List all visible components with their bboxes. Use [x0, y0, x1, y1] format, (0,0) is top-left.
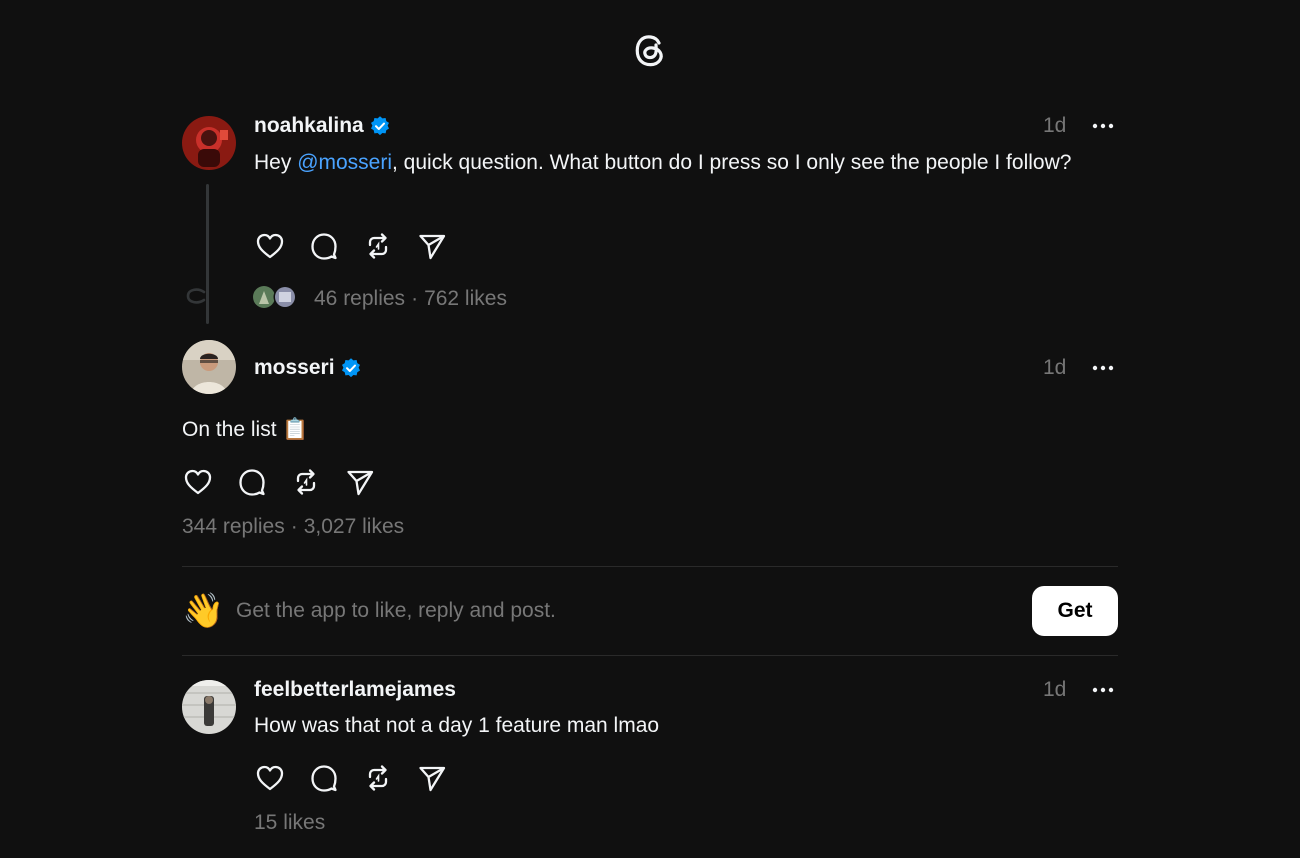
verified-badge-icon — [370, 116, 389, 136]
heart-icon — [184, 469, 212, 495]
threads-logo-icon[interactable] — [632, 31, 668, 69]
post-username[interactable]: feelbetterlamejames — [254, 677, 456, 703]
repost-icon — [296, 469, 316, 495]
post-text: Hey @mosseri, quick question. What butto… — [254, 147, 1104, 179]
comment-icon — [239, 469, 265, 496]
post-text-end: , quick question. What button do I press… — [392, 151, 1072, 174]
replies-count[interactable]: 46 replies — [314, 287, 405, 310]
post-text-start: Hey — [254, 151, 298, 174]
waving-hand-icon: 👋 — [182, 592, 225, 630]
post-stats: 344 replies · 3,027 likes — [182, 514, 404, 540]
send-icon — [347, 470, 374, 496]
post-actions — [182, 466, 398, 498]
username-text[interactable]: noahkalina — [254, 113, 364, 139]
stats-separator: · — [411, 287, 419, 310]
post-username[interactable]: mosseri — [254, 355, 361, 381]
thread-loop-icon — [186, 288, 206, 304]
share-button[interactable] — [344, 466, 376, 498]
likes-count[interactable]: 762 likes — [424, 287, 507, 310]
like-button[interactable] — [254, 230, 286, 262]
avatar-feelbetterlamejames[interactable] — [182, 680, 236, 734]
post-timestamp: 1d — [1043, 678, 1067, 701]
get-app-prompt: Get the app to like, reply and post. — [236, 599, 556, 622]
verified-badge-icon — [341, 358, 360, 378]
threads-page: noahkalina 1d Hey @mosseri, quick questi… — [0, 0, 1300, 858]
repost-button[interactable] — [290, 466, 322, 498]
divider — [182, 655, 1118, 656]
like-button[interactable] — [182, 466, 214, 498]
reply-avatars — [253, 285, 297, 309]
repost-icon — [368, 233, 388, 259]
reply-button[interactable] — [308, 762, 340, 794]
send-icon — [419, 766, 446, 792]
more-options-icon[interactable] — [1091, 114, 1115, 138]
stats-separator: · — [290, 515, 298, 538]
post-stats: 15 likes — [254, 810, 325, 836]
reply-button[interactable] — [308, 230, 340, 262]
avatar-noahkalina[interactable] — [182, 116, 236, 170]
repost-button[interactable] — [362, 230, 394, 262]
post-stats: 46 replies · 762 likes — [314, 286, 507, 312]
post-timestamp: 1d — [1043, 114, 1067, 137]
likes-count[interactable]: 15 likes — [254, 811, 325, 834]
avatar-mosseri[interactable] — [182, 340, 236, 394]
username-text[interactable]: feelbetterlamejames — [254, 677, 456, 703]
more-options-icon[interactable] — [1091, 356, 1115, 380]
mention-link[interactable]: @mosseri — [297, 151, 392, 174]
get-app-button[interactable]: Get — [1032, 586, 1118, 636]
post-actions — [254, 762, 470, 794]
repost-icon — [368, 765, 388, 791]
comment-icon — [311, 765, 337, 792]
more-options-icon[interactable] — [1091, 678, 1115, 702]
share-button[interactable] — [416, 762, 448, 794]
replies-count[interactable]: 344 replies — [182, 515, 285, 538]
comment-icon — [311, 233, 337, 260]
divider — [182, 566, 1118, 567]
post-timestamp: 1d — [1043, 356, 1067, 379]
username-text[interactable]: mosseri — [254, 355, 335, 381]
post-actions — [254, 230, 470, 262]
like-button[interactable] — [254, 762, 286, 794]
post-username[interactable]: noahkalina — [254, 113, 390, 139]
heart-icon — [256, 233, 284, 259]
post-text: On the list 📋 — [182, 418, 309, 441]
post-text: How was that not a day 1 feature man lma… — [254, 714, 660, 737]
repost-button[interactable] — [362, 762, 394, 794]
heart-icon — [256, 765, 284, 791]
send-icon — [419, 234, 446, 260]
likes-count[interactable]: 3,027 likes — [304, 515, 404, 538]
reply-button[interactable] — [236, 466, 268, 498]
share-button[interactable] — [416, 230, 448, 262]
